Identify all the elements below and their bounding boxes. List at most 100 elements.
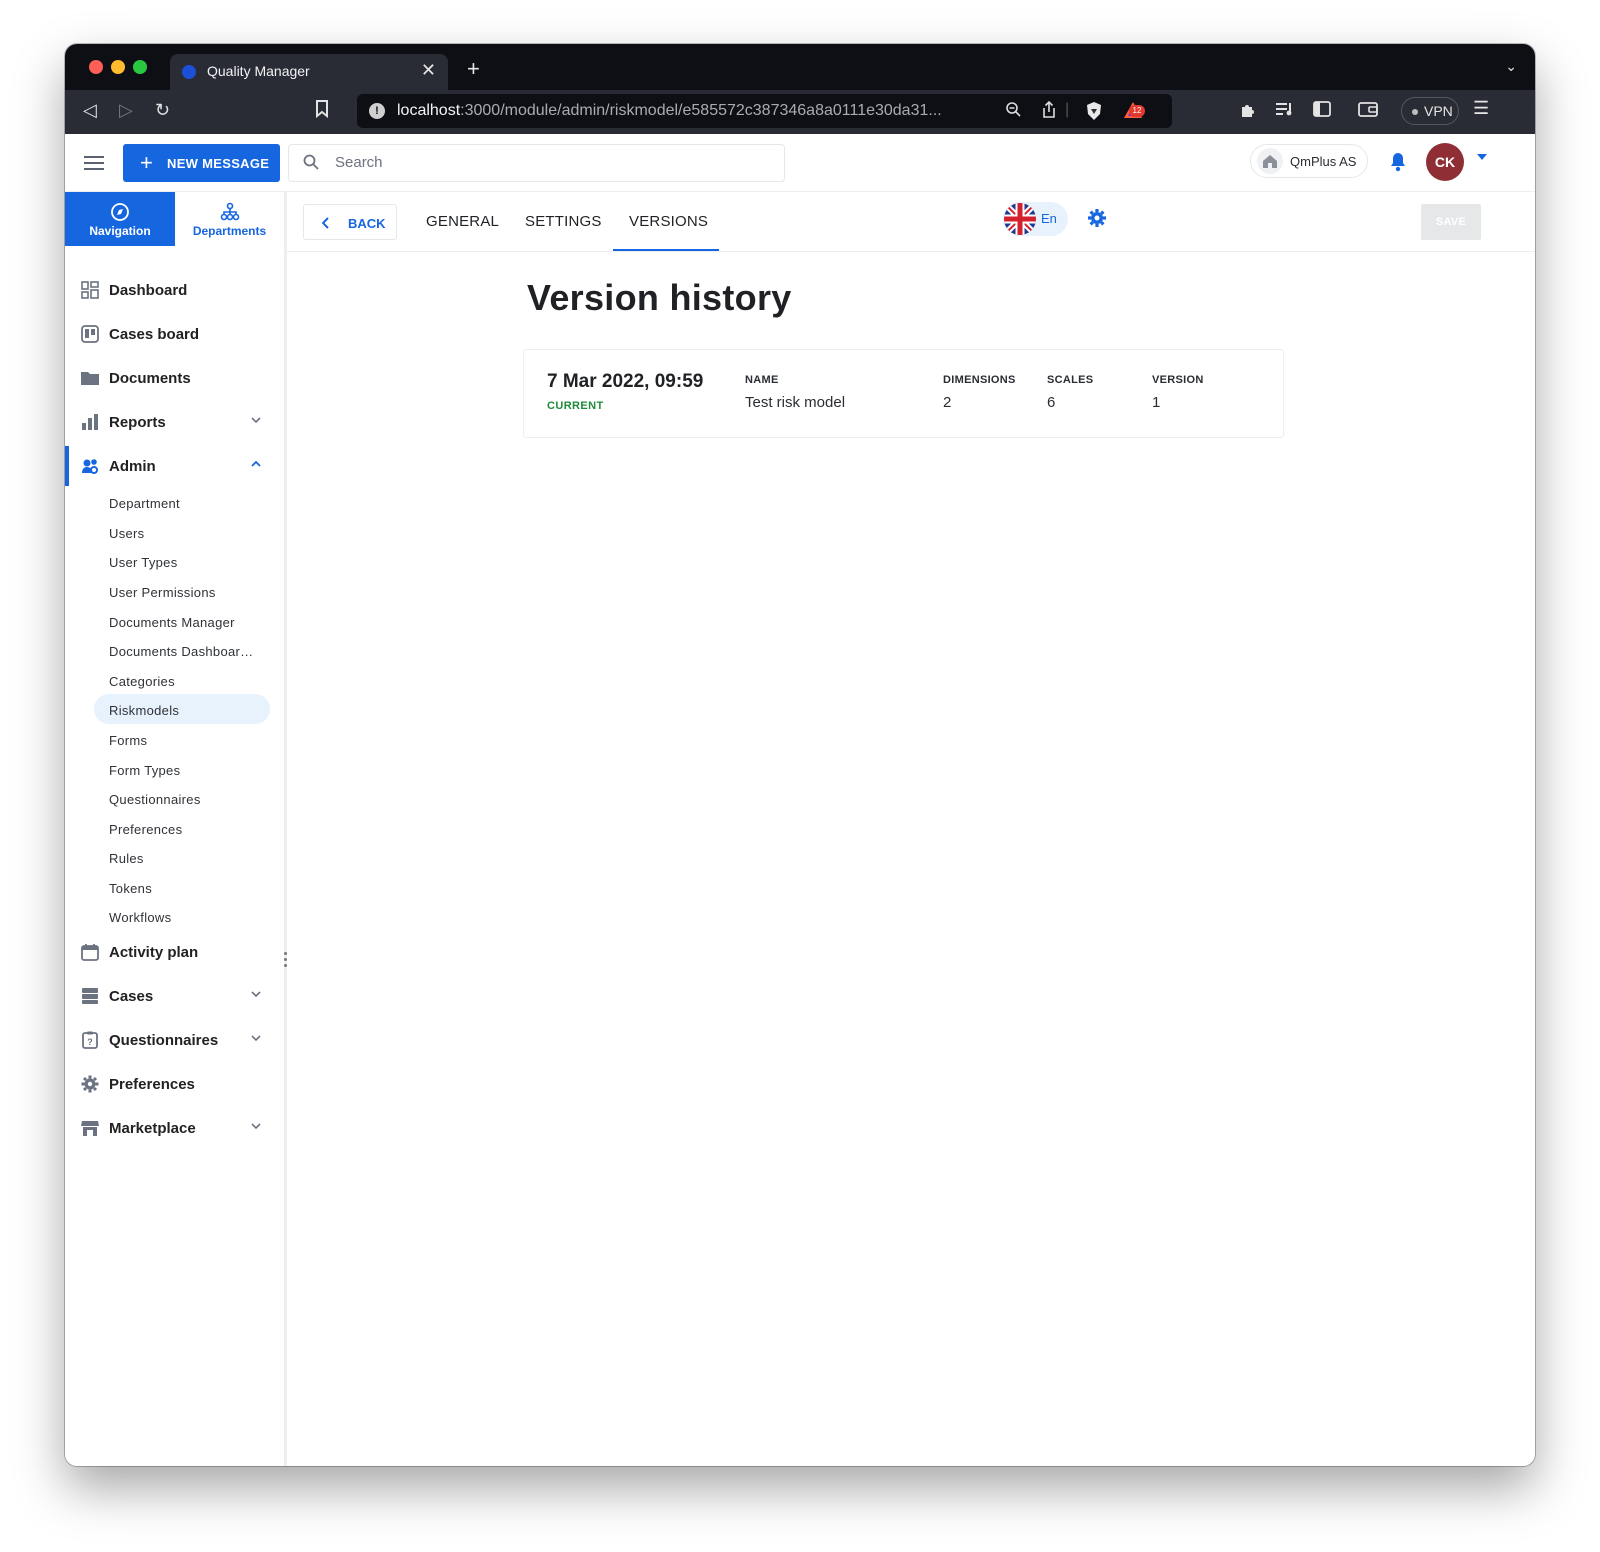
cases-icon <box>82 988 98 1004</box>
sidebar-subitem-documents-manager[interactable]: Documents Manager <box>109 615 235 630</box>
divider: | <box>1065 101 1070 118</box>
sidebar-subitem-forms[interactable]: Forms <box>109 733 147 748</box>
brave-shield-icon[interactable] <box>1085 101 1103 126</box>
admin-icon <box>82 459 98 474</box>
brave-rewards-icon[interactable]: 12 <box>1123 101 1153 124</box>
sidebar-subitem-documents-dashboard[interactable]: Documents Dashboar… <box>109 644 253 659</box>
save-button[interactable]: SAVE <box>1421 204 1481 240</box>
search-input[interactable] <box>335 154 735 171</box>
share-icon[interactable] <box>1041 100 1057 124</box>
sidebar-subitem-user-permissions[interactable]: User Permissions <box>109 585 216 600</box>
sidebar-resize-handle[interactable] <box>284 952 287 970</box>
zoom-icon[interactable] <box>1005 101 1021 122</box>
search-icon <box>303 154 319 170</box>
scales-header: SCALES <box>1047 374 1094 386</box>
org-chart-icon <box>220 202 239 221</box>
sidebar-subitem-preferences[interactable]: Preferences <box>109 822 182 837</box>
sidebar-tab-navigation[interactable]: Navigation <box>65 192 175 246</box>
close-tab-icon[interactable]: ✕ <box>421 60 436 81</box>
browser-tab[interactable]: Quality Manager ✕ <box>170 54 448 90</box>
browser-toolbar: ◁ ▷ ↻ ! localhost:3000/module/admin/risk… <box>65 90 1535 134</box>
sidebar-subitem-riskmodels[interactable]: Riskmodels <box>109 703 179 718</box>
sidebar-item-cases[interactable]: Cases <box>65 976 284 1016</box>
chevron-down-icon <box>251 991 261 998</box>
extensions-icon[interactable] <box>1239 101 1257 124</box>
tab-general[interactable]: GENERAL <box>426 213 499 230</box>
vpn-button[interactable]: VPN <box>1401 97 1459 125</box>
user-avatar[interactable]: CK <box>1426 143 1464 181</box>
new-tab-icon[interactable]: + <box>467 56 480 82</box>
forward-nav-icon[interactable]: ▷ <box>119 100 133 121</box>
language-selector[interactable]: En <box>1003 202 1068 236</box>
sidebar-item-documents[interactable]: Documents <box>65 358 284 398</box>
sidebar-tab-departments[interactable]: Departments <box>175 192 284 246</box>
version-number: 1 <box>1152 394 1161 411</box>
sidebar-item-questionnaires[interactable]: ? Questionnaires <box>65 1020 284 1060</box>
media-playlist-icon[interactable] <box>1275 101 1295 122</box>
gear-icon <box>81 1075 99 1093</box>
back-nav-icon[interactable]: ◁ <box>83 100 97 121</box>
sidebar-item-dashboard[interactable]: Dashboard <box>65 270 284 310</box>
notifications-bell-icon[interactable] <box>1389 152 1407 177</box>
back-button[interactable]: BACK <box>303 204 397 240</box>
page-toolbar: BACK GENERAL SETTINGS VERSIONS En SAVE <box>287 192 1535 252</box>
name-header: NAME <box>745 374 779 386</box>
chevron-down-icon <box>251 417 261 424</box>
uk-flag-icon <box>1004 203 1036 235</box>
version-card[interactable]: 7 Mar 2022, 09:59 CURRENT NAME Test risk… <box>523 349 1284 438</box>
chevron-down-icon <box>251 1123 261 1130</box>
version-name: Test risk model <box>745 394 846 411</box>
address-bar[interactable]: ! localhost:3000/module/admin/riskmodel/… <box>357 94 1172 128</box>
maximize-window-button[interactable] <box>133 60 147 74</box>
sidebar-subitem-tokens[interactable]: Tokens <box>109 881 152 896</box>
sidebar-subitem-department[interactable]: Department <box>109 496 180 511</box>
reload-icon[interactable]: ↻ <box>155 100 170 121</box>
organization-switcher[interactable]: QmPlus AS <box>1250 144 1368 178</box>
sidebar-subitem-users[interactable]: Users <box>109 526 144 541</box>
dimensions-header: DIMENSIONS <box>943 374 1016 386</box>
chevron-left-icon <box>322 217 329 229</box>
wallet-icon[interactable] <box>1358 101 1378 122</box>
settings-gear-icon[interactable] <box>1087 208 1107 233</box>
board-icon <box>81 325 99 343</box>
tab-versions[interactable]: VERSIONS <box>629 213 708 230</box>
tab-settings[interactable]: SETTINGS <box>525 213 602 230</box>
sidebar-item-cases-board[interactable]: Cases board <box>65 314 284 354</box>
sidebar-subitem-questionnaires[interactable]: Questionnaires <box>109 792 201 807</box>
hamburger-menu-icon[interactable] <box>84 156 104 170</box>
scales-value: 6 <box>1047 394 1056 411</box>
plus-icon: + <box>140 150 154 175</box>
sidebar-item-preferences[interactable]: Preferences <box>65 1064 284 1104</box>
sidebar-item-marketplace[interactable]: Marketplace <box>65 1108 284 1148</box>
bookmark-icon[interactable] <box>315 100 329 123</box>
browser-menu-icon[interactable]: ☰ <box>1473 98 1489 119</box>
sidebar-item-reports[interactable]: Reports <box>65 402 284 442</box>
site-info-icon[interactable]: ! <box>369 103 385 119</box>
chevron-up-icon <box>251 460 261 467</box>
browser-window: Quality Manager ✕ + ⌄ ◁ ▷ ↻ ! localhost:… <box>65 44 1535 1466</box>
new-message-button[interactable]: + NEW MESSAGE <box>123 144 280 182</box>
sidebar-subitem-user-types[interactable]: User Types <box>109 555 178 570</box>
home-icon <box>1257 148 1283 174</box>
minimize-window-button[interactable] <box>111 60 125 74</box>
compass-icon <box>111 203 129 221</box>
sidebar-subitem-rules[interactable]: Rules <box>109 851 144 866</box>
sidebar-subitem-workflows[interactable]: Workflows <box>109 910 171 925</box>
sidebar-subitem-form-types[interactable]: Form Types <box>109 763 180 778</box>
url-text: localhost:3000/module/admin/riskmodel/e5… <box>397 102 942 119</box>
folder-icon <box>81 372 99 385</box>
sidebar-item-activity-plan[interactable]: Activity plan <box>65 932 284 972</box>
sidebar: Navigation Departments Dashboard Cases b… <box>65 192 287 1466</box>
dimensions-value: 2 <box>943 394 952 411</box>
sidebar-subitem-categories[interactable]: Categories <box>109 674 175 689</box>
sidebar-tab-label: Departments <box>192 224 267 238</box>
close-window-button[interactable] <box>89 60 103 74</box>
tab-list-chevron-icon[interactable]: ⌄ <box>1505 58 1517 75</box>
sidebar-item-admin[interactable]: Admin <box>65 446 284 486</box>
version-date: 7 Mar 2022, 09:59 <box>547 371 704 392</box>
sidebar-toggle-icon[interactable] <box>1313 101 1331 122</box>
dashboard-icon <box>81 281 99 299</box>
rewards-badge: 12 <box>1129 105 1145 117</box>
sidebar-tab-label: Navigation <box>89 224 151 238</box>
account-menu-caret-icon[interactable] <box>1477 154 1487 160</box>
